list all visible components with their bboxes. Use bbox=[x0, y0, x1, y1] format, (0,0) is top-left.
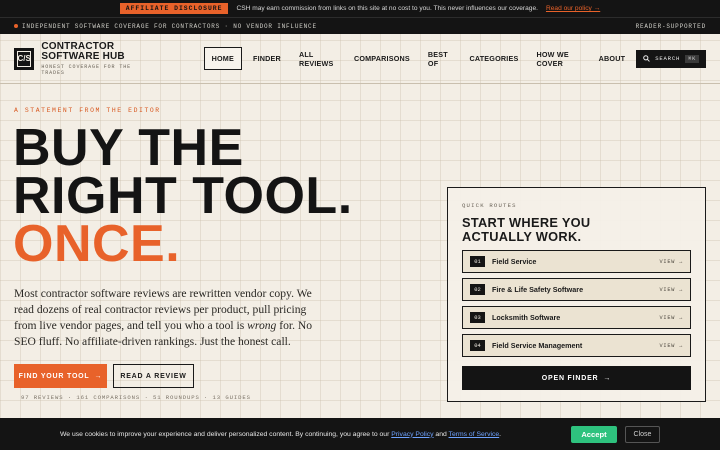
panel-title: START WHERE YOU ACTUALLY WORK. bbox=[462, 216, 691, 243]
nav-item-comparisons[interactable]: COMPARISONS bbox=[347, 48, 417, 69]
cookie-and: and bbox=[433, 430, 449, 438]
terms-of-service-link[interactable]: Terms of Service bbox=[449, 431, 500, 438]
find-your-tool-button[interactable]: FIND YOUR TOOL → bbox=[14, 364, 107, 388]
route-number: 03 bbox=[470, 312, 485, 323]
route-item-field-service-management[interactable]: 04 Field Service Management VIEW → bbox=[462, 334, 691, 357]
cookie-text: We use cookies to improve your experienc… bbox=[60, 431, 501, 438]
find-your-tool-label: FIND YOUR TOOL bbox=[18, 372, 90, 380]
nav-item-categories[interactable]: CATEGORIES bbox=[462, 48, 525, 69]
route-view-link[interactable]: VIEW → bbox=[660, 287, 683, 293]
panel-title-line1: START WHERE YOU bbox=[462, 215, 591, 230]
headline-line1: BUY THE bbox=[13, 119, 244, 177]
read-a-review-label: READ A REVIEW bbox=[120, 372, 187, 380]
status-dot-icon bbox=[14, 24, 18, 28]
site-logo[interactable]: C/S CONTRACTOR SOFTWARE HUB HONEST COVER… bbox=[14, 40, 148, 76]
logo-title-line2: SOFTWARE HUB bbox=[41, 50, 125, 62]
open-finder-label: OPEN FINDER bbox=[541, 374, 599, 382]
nav-item-best-of[interactable]: BEST OF bbox=[421, 44, 459, 74]
affiliate-tag: AFFILIATE DISCLOSURE bbox=[119, 3, 229, 14]
route-number: 04 bbox=[470, 340, 485, 351]
route-name: Fire & Life Safety Software bbox=[492, 285, 584, 294]
route-number: 01 bbox=[470, 256, 485, 267]
main-nav: C/S CONTRACTOR SOFTWARE HUB HONEST COVER… bbox=[0, 34, 720, 84]
affiliate-policy-link[interactable]: Read our policy → bbox=[546, 5, 600, 12]
arrow-right-icon: → bbox=[94, 372, 103, 380]
nav-menu: HOME FINDER ALL REVIEWS COMPARISONS BEST… bbox=[203, 44, 637, 74]
search-button[interactable]: SEARCH ⌘K bbox=[636, 49, 706, 68]
search-label: SEARCH bbox=[655, 55, 681, 62]
route-view-link[interactable]: VIEW → bbox=[660, 343, 683, 349]
hero-headline: BUY THE RIGHT TOOL. ONCE. bbox=[13, 119, 353, 273]
lede-emphasis: wrong bbox=[247, 319, 277, 332]
route-list: 01 Field Service VIEW → 02 Fire & Life S… bbox=[462, 250, 691, 357]
route-name: Field Service Management bbox=[492, 341, 583, 350]
read-a-review-button[interactable]: READ A REVIEW bbox=[113, 364, 194, 388]
hero-lede: Most contractor software reviews are rew… bbox=[14, 286, 330, 350]
hero-eyebrow: A STATEMENT FROM THE EDITOR bbox=[14, 107, 161, 114]
nav-item-about[interactable]: ABOUT bbox=[592, 48, 633, 69]
panel-title-line2: ACTUALLY WORK. bbox=[462, 228, 582, 244]
strip-reader-supported: READER-SUPPORTED bbox=[635, 22, 706, 30]
strip-tagline: INDEPENDENT SOFTWARE COVERAGE FOR CONTRA… bbox=[22, 22, 317, 30]
cookie-message: We use cookies to improve your experienc… bbox=[60, 430, 392, 438]
logo-subtitle: HONEST COVERAGE FOR THE TRADES bbox=[41, 63, 132, 76]
search-icon bbox=[643, 55, 650, 62]
arrow-right-icon: → bbox=[603, 374, 612, 382]
nav-item-all-reviews[interactable]: ALL REVIEWS bbox=[292, 44, 343, 74]
panel-eyebrow: QUICK ROUTES bbox=[462, 202, 517, 209]
route-view-link[interactable]: VIEW → bbox=[660, 259, 683, 265]
search-shortcut: ⌘K bbox=[685, 54, 699, 63]
top-strip: INDEPENDENT SOFTWARE COVERAGE FOR CONTRA… bbox=[0, 17, 720, 34]
logo-mark-icon: C/S bbox=[14, 47, 35, 70]
cookie-actions: Accept Close bbox=[571, 425, 660, 443]
route-name: Locksmith Software bbox=[492, 313, 561, 322]
nav-item-how-we-cover[interactable]: HOW WE COVER bbox=[529, 44, 587, 74]
quick-routes-panel: QUICK ROUTES START WHERE YOU ACTUALLY WO… bbox=[447, 187, 706, 402]
route-view-link[interactable]: VIEW → bbox=[660, 315, 683, 321]
cookie-banner: We use cookies to improve your experienc… bbox=[0, 418, 720, 450]
route-number: 02 bbox=[470, 284, 485, 295]
open-finder-button[interactable]: OPEN FINDER → bbox=[462, 366, 691, 390]
route-item-fire-life-safety[interactable]: 02 Fire & Life Safety Software VIEW → bbox=[462, 278, 691, 301]
hero-stats: 97 REVIEWS · 161 COMPARISONS · 51 ROUNDU… bbox=[21, 394, 251, 401]
privacy-policy-link[interactable]: Privacy Policy bbox=[391, 431, 433, 438]
cookie-period: . bbox=[499, 430, 502, 438]
route-name: Field Service bbox=[492, 257, 537, 266]
accept-cookies-button[interactable]: Accept bbox=[571, 425, 617, 443]
route-item-field-service[interactable]: 01 Field Service VIEW → bbox=[462, 250, 691, 273]
nav-item-finder[interactable]: FINDER bbox=[246, 48, 288, 69]
affiliate-bar: AFFILIATE DISCLOSURE CSH may earn commis… bbox=[0, 0, 720, 17]
nav-item-home[interactable]: HOME bbox=[203, 47, 242, 70]
route-item-locksmith[interactable]: 03 Locksmith Software VIEW → bbox=[462, 306, 691, 329]
logo-title-line1: CONTRACTOR bbox=[41, 40, 115, 52]
affiliate-text: CSH may earn commission from links on th… bbox=[236, 5, 538, 12]
headline-line3: ONCE. bbox=[13, 215, 181, 273]
headline-line2: RIGHT TOOL. bbox=[13, 167, 353, 225]
close-cookies-button[interactable]: Close bbox=[625, 425, 660, 443]
